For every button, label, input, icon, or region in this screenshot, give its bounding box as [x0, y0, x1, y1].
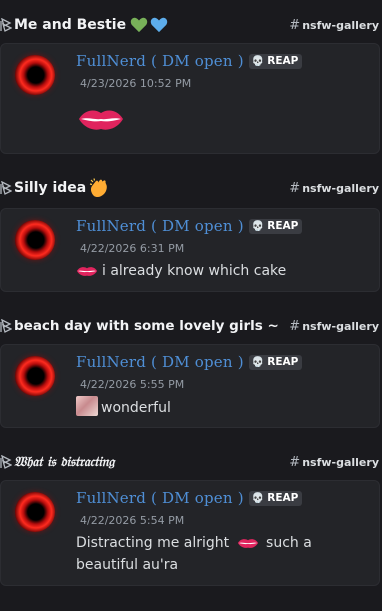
green-heart-icon — [130, 17, 148, 33]
hash-icon: # — [289, 319, 301, 334]
thread-title[interactable]: Me and Bestie — [14, 17, 126, 33]
server-tag[interactable]: 💀 REAP — [248, 354, 303, 370]
clapping-hands-icon — [90, 178, 108, 198]
thread-icon — [0, 181, 12, 195]
message-content: wonderful — [76, 396, 171, 419]
channel-link[interactable]: # nsfw-gallery — [289, 319, 379, 334]
thread-title[interactable]: Silly idea — [14, 180, 86, 196]
author-name[interactable]: FullNerd ( DM open ) — [76, 353, 244, 371]
channel-link[interactable]: # nsfw-gallery — [289, 455, 379, 470]
timestamp: 4/22/2026 5:55 PM — [80, 378, 185, 391]
avatar[interactable] — [15, 220, 55, 260]
skull-icon: 💀 — [251, 55, 265, 67]
avatar[interactable] — [15, 55, 55, 95]
timestamp: 4/22/2026 6:31 PM — [80, 242, 185, 255]
message-content: Distracting me alright such a beautiful … — [76, 535, 312, 573]
server-tag[interactable]: 💀 REAP — [248, 218, 303, 234]
thread-title[interactable]: 𝔚𝔥𝔞𝔱 𝔦𝔰 𝔡𝔦𝔰𝔱𝔯𝔞𝔠𝔱𝔦𝔫𝔤 — [14, 454, 114, 470]
lips-emoji-icon — [237, 537, 259, 549]
channel-link[interactable]: # nsfw-gallery — [289, 18, 379, 33]
thread-icon — [0, 455, 12, 469]
lips-emoji-icon — [76, 265, 98, 277]
server-tag[interactable]: 💀 REAP — [248, 53, 303, 69]
avatar[interactable] — [15, 492, 55, 532]
blue-heart-icon — [150, 17, 168, 33]
channel-name: nsfw-gallery — [302, 320, 379, 333]
lips-emoji-icon — [77, 107, 125, 131]
skull-icon: 💀 — [251, 220, 265, 232]
message-card[interactable]: FullNerd ( DM open ) 💀 REAP 4/22/2026 5:5… — [0, 344, 380, 428]
hash-icon: # — [289, 18, 301, 33]
thread-header[interactable]: 𝔚𝔥𝔞𝔱 𝔦𝔰 𝔡𝔦𝔰𝔱𝔯𝔞𝔠𝔱𝔦𝔫𝔤 # nsfw-gallery — [0, 450, 382, 474]
thread-title[interactable]: beach day with some lovely girls ~ — [14, 318, 279, 334]
avatar[interactable] — [15, 356, 55, 396]
message-card[interactable]: FullNerd ( DM open ) 💀 REAP 4/22/2026 5:5… — [0, 480, 380, 586]
message-content: i already know which cake — [76, 260, 286, 282]
skull-icon: 💀 — [251, 492, 265, 504]
channel-link[interactable]: # nsfw-gallery — [289, 181, 379, 196]
message-card[interactable]: FullNerd ( DM open ) 💀 REAP 4/22/2026 6:3… — [0, 208, 380, 292]
thread-icon — [0, 18, 12, 32]
thread-header[interactable]: beach day with some lovely girls ~ # nsfw… — [0, 314, 382, 338]
channel-name: nsfw-gallery — [302, 19, 379, 32]
thread-header[interactable]: Me and Bestie # nsfw-gallery — [0, 13, 382, 37]
timestamp: 4/22/2026 5:54 PM — [80, 514, 185, 527]
author-name[interactable]: FullNerd ( DM open ) — [76, 217, 244, 235]
thread-icon — [0, 319, 12, 333]
server-tag[interactable]: 💀 REAP — [248, 490, 303, 506]
author-name[interactable]: FullNerd ( DM open ) — [76, 489, 244, 507]
author-name[interactable]: FullNerd ( DM open ) — [76, 52, 244, 70]
hash-icon: # — [289, 455, 301, 470]
message-card[interactable]: FullNerd ( DM open ) 💀 REAP 4/23/2026 10:… — [0, 43, 380, 154]
hash-icon: # — [289, 181, 301, 196]
channel-name: nsfw-gallery — [302, 182, 379, 195]
channel-name: nsfw-gallery — [302, 456, 379, 469]
thread-header[interactable]: Silly idea # nsfw-gallery — [0, 176, 382, 200]
custom-emoji-icon — [76, 396, 98, 416]
timestamp: 4/23/2026 10:52 PM — [80, 77, 192, 90]
skull-icon: 💀 — [251, 356, 265, 368]
